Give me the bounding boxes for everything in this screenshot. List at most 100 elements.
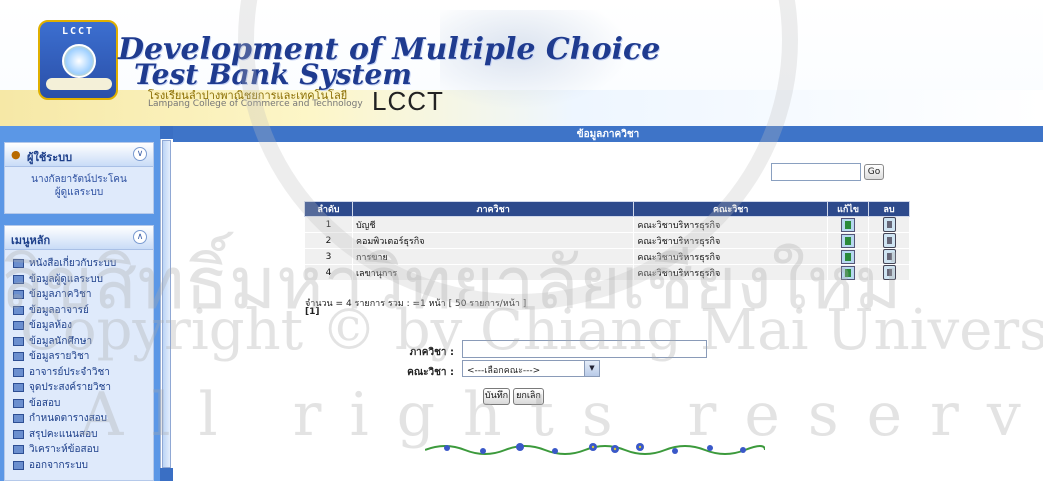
page-link[interactable]: [1]: [305, 307, 320, 317]
scroll-thumb[interactable]: [162, 140, 171, 468]
menu-item-label: ข้อมูลภาควิชา: [29, 289, 92, 300]
user-role[interactable]: ผู้ดูแลระบบ: [5, 186, 153, 199]
cell-dept: การขาย: [351, 248, 635, 265]
menu-item[interactable]: จุดประสงค์รายวิชา: [13, 380, 153, 396]
edit-icon[interactable]: [841, 217, 856, 232]
user-panel: ● ผู้ใช้ระบบ ∨ นางกัลยารัตน์ประโคน ผู้ดู…: [4, 142, 154, 214]
faculty-select-value: <---เลือกคณะ--->: [467, 366, 541, 376]
page-title: ข้อมูลภาควิชา: [576, 129, 640, 140]
delete-icon[interactable]: [882, 233, 896, 248]
menu-item[interactable]: ข้อมูลรายวิชา: [13, 349, 153, 365]
menu-item-icon: [13, 445, 24, 454]
col-header-faculty: คณะวิชา: [633, 201, 829, 217]
faculty-label: คณะวิชา :: [407, 367, 454, 378]
cell-faculty: คณะวิชาบริหารธุรกิจ: [633, 216, 829, 233]
menu-panel: เมนูหลัก ∧ หนังสือเกี่ยวกับระบบ ข้อมูลผู…: [4, 225, 154, 481]
cell-no: 3: [304, 248, 353, 265]
menu-item-icon: [13, 336, 24, 346]
current-user[interactable]: นางกัลยารัตน์ประโคน ผู้ดูแลระบบ: [5, 173, 153, 199]
menu-item-icon: [13, 383, 24, 392]
scroll-down-button[interactable]: [160, 468, 173, 481]
menu-item[interactable]: ออกจากระบบ: [13, 458, 153, 474]
cell-dept: บัญชี: [351, 216, 635, 233]
cell-delete: [868, 248, 910, 265]
menu-item-label: สรุปคะแนนสอบ: [29, 428, 98, 440]
cell-delete: [868, 216, 910, 233]
dept-input[interactable]: [462, 340, 707, 358]
menu-panel-header[interactable]: เมนูหลัก ∧: [5, 226, 153, 250]
save-button[interactable]: บันทึก: [483, 388, 510, 405]
cell-no: 1: [304, 216, 353, 233]
scroll-up-button[interactable]: [160, 126, 173, 139]
menu-item-icon: [13, 352, 24, 361]
cell-edit: [827, 216, 870, 233]
menu-item[interactable]: ข้อมูลนักศึกษา: [13, 334, 153, 350]
table-row: 4 เลขานุการ คณะวิชาบริหารธุรกิจ: [304, 264, 910, 281]
cell-edit: [827, 232, 870, 249]
cell-dept: เลขานุการ: [351, 264, 635, 281]
page-title-bar: ข้อมูลภาควิชา: [173, 126, 1043, 142]
menu-item-label: ข้อมูลห้อง: [29, 320, 73, 331]
site-header: LCCT Development of Multiple Choice Test…: [0, 0, 1043, 126]
col-header-no: ลำดับ: [304, 201, 353, 217]
collapse-icon[interactable]: ∨: [133, 147, 147, 161]
cell-faculty: คณะวิชาบริหารธุรกิจ: [633, 248, 829, 265]
table-row: 1 บัญชี คณะวิชาบริหารธุรกิจ: [304, 216, 910, 233]
menu-item-label: ข้อมูลผู้ดูแลระบบ: [29, 273, 103, 285]
menu-item[interactable]: ข้อสอบ: [13, 396, 153, 412]
menu-item[interactable]: ข้อมูลห้อง: [13, 318, 153, 334]
delete-icon[interactable]: [882, 249, 896, 264]
cell-faculty: คณะวิชาบริหารธุรกิจ: [633, 264, 829, 281]
menu-item[interactable]: ข้อมูลผู้ดูแลระบบ: [13, 272, 153, 288]
user-name[interactable]: นางกัลยารัตน์ประโคน: [5, 173, 153, 186]
menu-item[interactable]: สรุปคะแนนสอบ: [13, 427, 153, 443]
menu-item[interactable]: ข้อมูลอาจารย์: [13, 303, 153, 319]
menu-item-label: ข้อมูลอาจารย์: [29, 304, 89, 316]
menu-item-icon: [13, 414, 24, 423]
edit-icon[interactable]: [841, 249, 856, 264]
flower-divider-decoration: [425, 443, 765, 455]
table-row: 3 การขาย คณะวิชาบริหารธุรกิจ: [304, 248, 910, 265]
table-row: 2 คอมพิวเตอร์ธุรกิจ คณะวิชาบริหารธุรกิจ: [304, 232, 910, 249]
delete-icon[interactable]: [882, 265, 896, 280]
menu-item-label: กำหนดตารางสอบ: [29, 413, 108, 424]
faculty-select[interactable]: <---เลือกคณะ---> ▼: [462, 360, 600, 377]
edit-icon[interactable]: [841, 233, 856, 248]
logo-emblem-icon: [62, 44, 96, 78]
menu-item[interactable]: ข้อมูลภาควิชา: [13, 287, 153, 303]
menu-item-label: ข้อสอบ: [29, 397, 61, 409]
menu-item-label: จุดประสงค์รายวิชา: [29, 382, 111, 393]
menu-item-icon: [13, 305, 24, 315]
menu-item-icon: [13, 367, 24, 377]
app-window: LCCT Development of Multiple Choice Test…: [0, 0, 1043, 481]
logo-text: LCCT: [61, 26, 95, 37]
menu-item[interactable]: วิเคราะห์ข้อสอบ: [13, 442, 153, 458]
user-panel-header[interactable]: ● ผู้ใช้ระบบ ∨: [5, 143, 153, 167]
menu-item-label: ออกจากระบบ: [29, 459, 89, 471]
edit-icon[interactable]: [841, 265, 856, 280]
cancel-button[interactable]: ยกเลิก: [513, 388, 544, 405]
menu-item-label: วิเคราะห์ข้อสอบ: [29, 444, 99, 455]
department-table: ลำดับ ภาควิชา คณะวิชา แก้ไข ลบ 1 บัญชี ค…: [304, 201, 910, 281]
menu-panel-title: เมนูหลัก: [11, 234, 51, 247]
menu-item-label: ข้อมูลนักศึกษา: [29, 335, 93, 347]
menu-item-icon: [13, 274, 24, 284]
menu-item-label: อาจารย์ประจำวิชา: [29, 366, 110, 378]
cell-no: 2: [304, 232, 353, 249]
table-header-row: ลำดับ ภาควิชา คณะวิชา แก้ไข ลบ: [304, 201, 910, 217]
menu-item[interactable]: กำหนดตารางสอบ: [13, 411, 153, 427]
cell-delete: [868, 232, 910, 249]
logo-ribbon: [46, 78, 112, 90]
users-icon: ●: [11, 148, 21, 161]
cell-edit: [827, 248, 870, 265]
delete-icon[interactable]: [882, 217, 896, 232]
collapse-icon[interactable]: ∧: [133, 230, 147, 244]
chevron-down-icon[interactable]: ▼: [584, 361, 599, 376]
record-summary: จำนวน = 4 รายการ รวม : =1 หน้า [ 50 รายก…: [305, 299, 527, 309]
menu-item[interactable]: อาจารย์ประจำวิชา: [13, 365, 153, 381]
search-input[interactable]: [771, 163, 861, 181]
go-button[interactable]: Go: [864, 164, 884, 180]
main-menu: หนังสือเกี่ยวกับระบบ ข้อมูลผู้ดูแลระบบ ข…: [13, 256, 153, 473]
menu-item[interactable]: หนังสือเกี่ยวกับระบบ: [13, 256, 153, 272]
cell-delete: [868, 264, 910, 281]
